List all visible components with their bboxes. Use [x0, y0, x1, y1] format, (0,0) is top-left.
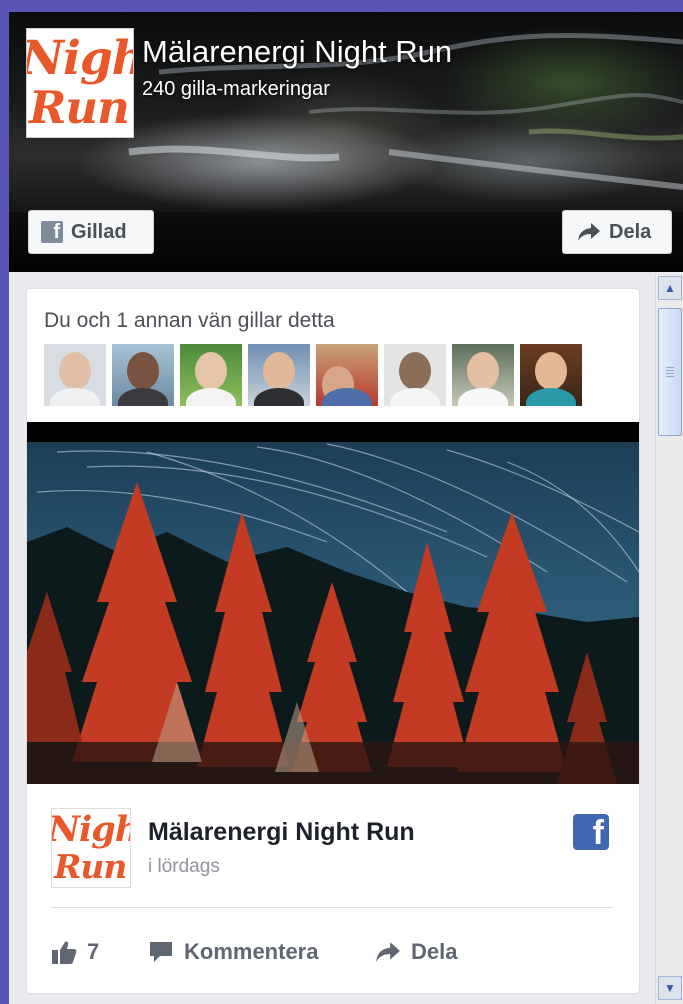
- liked-button[interactable]: f Gillad: [28, 210, 154, 254]
- friend-avatar[interactable]: [180, 344, 242, 406]
- divider: [51, 907, 613, 908]
- friend-avatar[interactable]: [112, 344, 174, 406]
- author-logo-text-night: Night: [51, 809, 130, 850]
- like-button[interactable]: 7: [51, 934, 99, 970]
- facebook-f-icon: f: [41, 221, 63, 243]
- page-likes-count: 240 gilla-markeringar: [142, 78, 330, 100]
- share-post-button[interactable]: Dela: [375, 934, 457, 970]
- scrollbar[interactable]: ▲ ▼: [655, 274, 683, 1004]
- friend-avatars: [44, 344, 588, 406]
- author-avatar[interactable]: Night Run: [51, 808, 131, 888]
- like-count: 7: [87, 939, 100, 964]
- logo-text-night: Night: [26, 31, 133, 86]
- share-post-label: Dela: [411, 939, 458, 964]
- speech-bubble-icon: [150, 942, 172, 962]
- share-arrow-icon: [578, 223, 600, 241]
- scroll-grip: [666, 367, 674, 379]
- scroll-down-button[interactable]: ▼: [658, 976, 682, 1000]
- liked-button-label: Gillad: [71, 220, 127, 243]
- scroll-up-button[interactable]: ▲: [658, 276, 682, 300]
- post-photo[interactable]: [27, 422, 639, 784]
- comment-button[interactable]: Kommentera: [148, 934, 318, 970]
- friend-avatar[interactable]: [248, 344, 310, 406]
- facebook-page-plugin: Night Run Mälarenergi Night Run 240 gill…: [9, 12, 683, 1004]
- share-page-label: Dela: [609, 220, 652, 243]
- friends-like-text: Du och 1 annan vän gillar detta: [44, 309, 335, 332]
- post-card: Du och 1 annan vän gillar detta Nig Run …: [26, 288, 640, 994]
- page-logo[interactable]: Night Run: [26, 28, 134, 138]
- page-cover[interactable]: Night Run Mälarenergi Night Run 240 gill…: [9, 12, 683, 272]
- post-meta: Night Run Mälarenergi Night Run i lördag…: [27, 784, 639, 993]
- friend-avatar[interactable]: [452, 344, 514, 406]
- scroll-thumb[interactable]: [658, 308, 682, 436]
- thumbs-up-icon: [52, 941, 77, 964]
- post-timestamp[interactable]: i lördags: [148, 856, 220, 878]
- comment-label: Kommentera: [184, 939, 319, 964]
- friend-avatar[interactable]: [44, 344, 106, 406]
- share-page-button[interactable]: Dela: [562, 210, 672, 254]
- post-author-name[interactable]: Mälarenergi Night Run: [148, 818, 415, 847]
- friend-avatar[interactable]: [316, 344, 378, 406]
- logo-text-run: Run: [29, 81, 130, 134]
- share-arrow-icon: [376, 942, 400, 962]
- friend-avatar[interactable]: [384, 344, 446, 406]
- page-title[interactable]: Mälarenergi Night Run: [142, 34, 452, 70]
- author-logo-text-run: Run: [54, 847, 127, 886]
- friend-avatar[interactable]: [520, 344, 582, 406]
- facebook-logo-icon[interactable]: f: [573, 814, 609, 850]
